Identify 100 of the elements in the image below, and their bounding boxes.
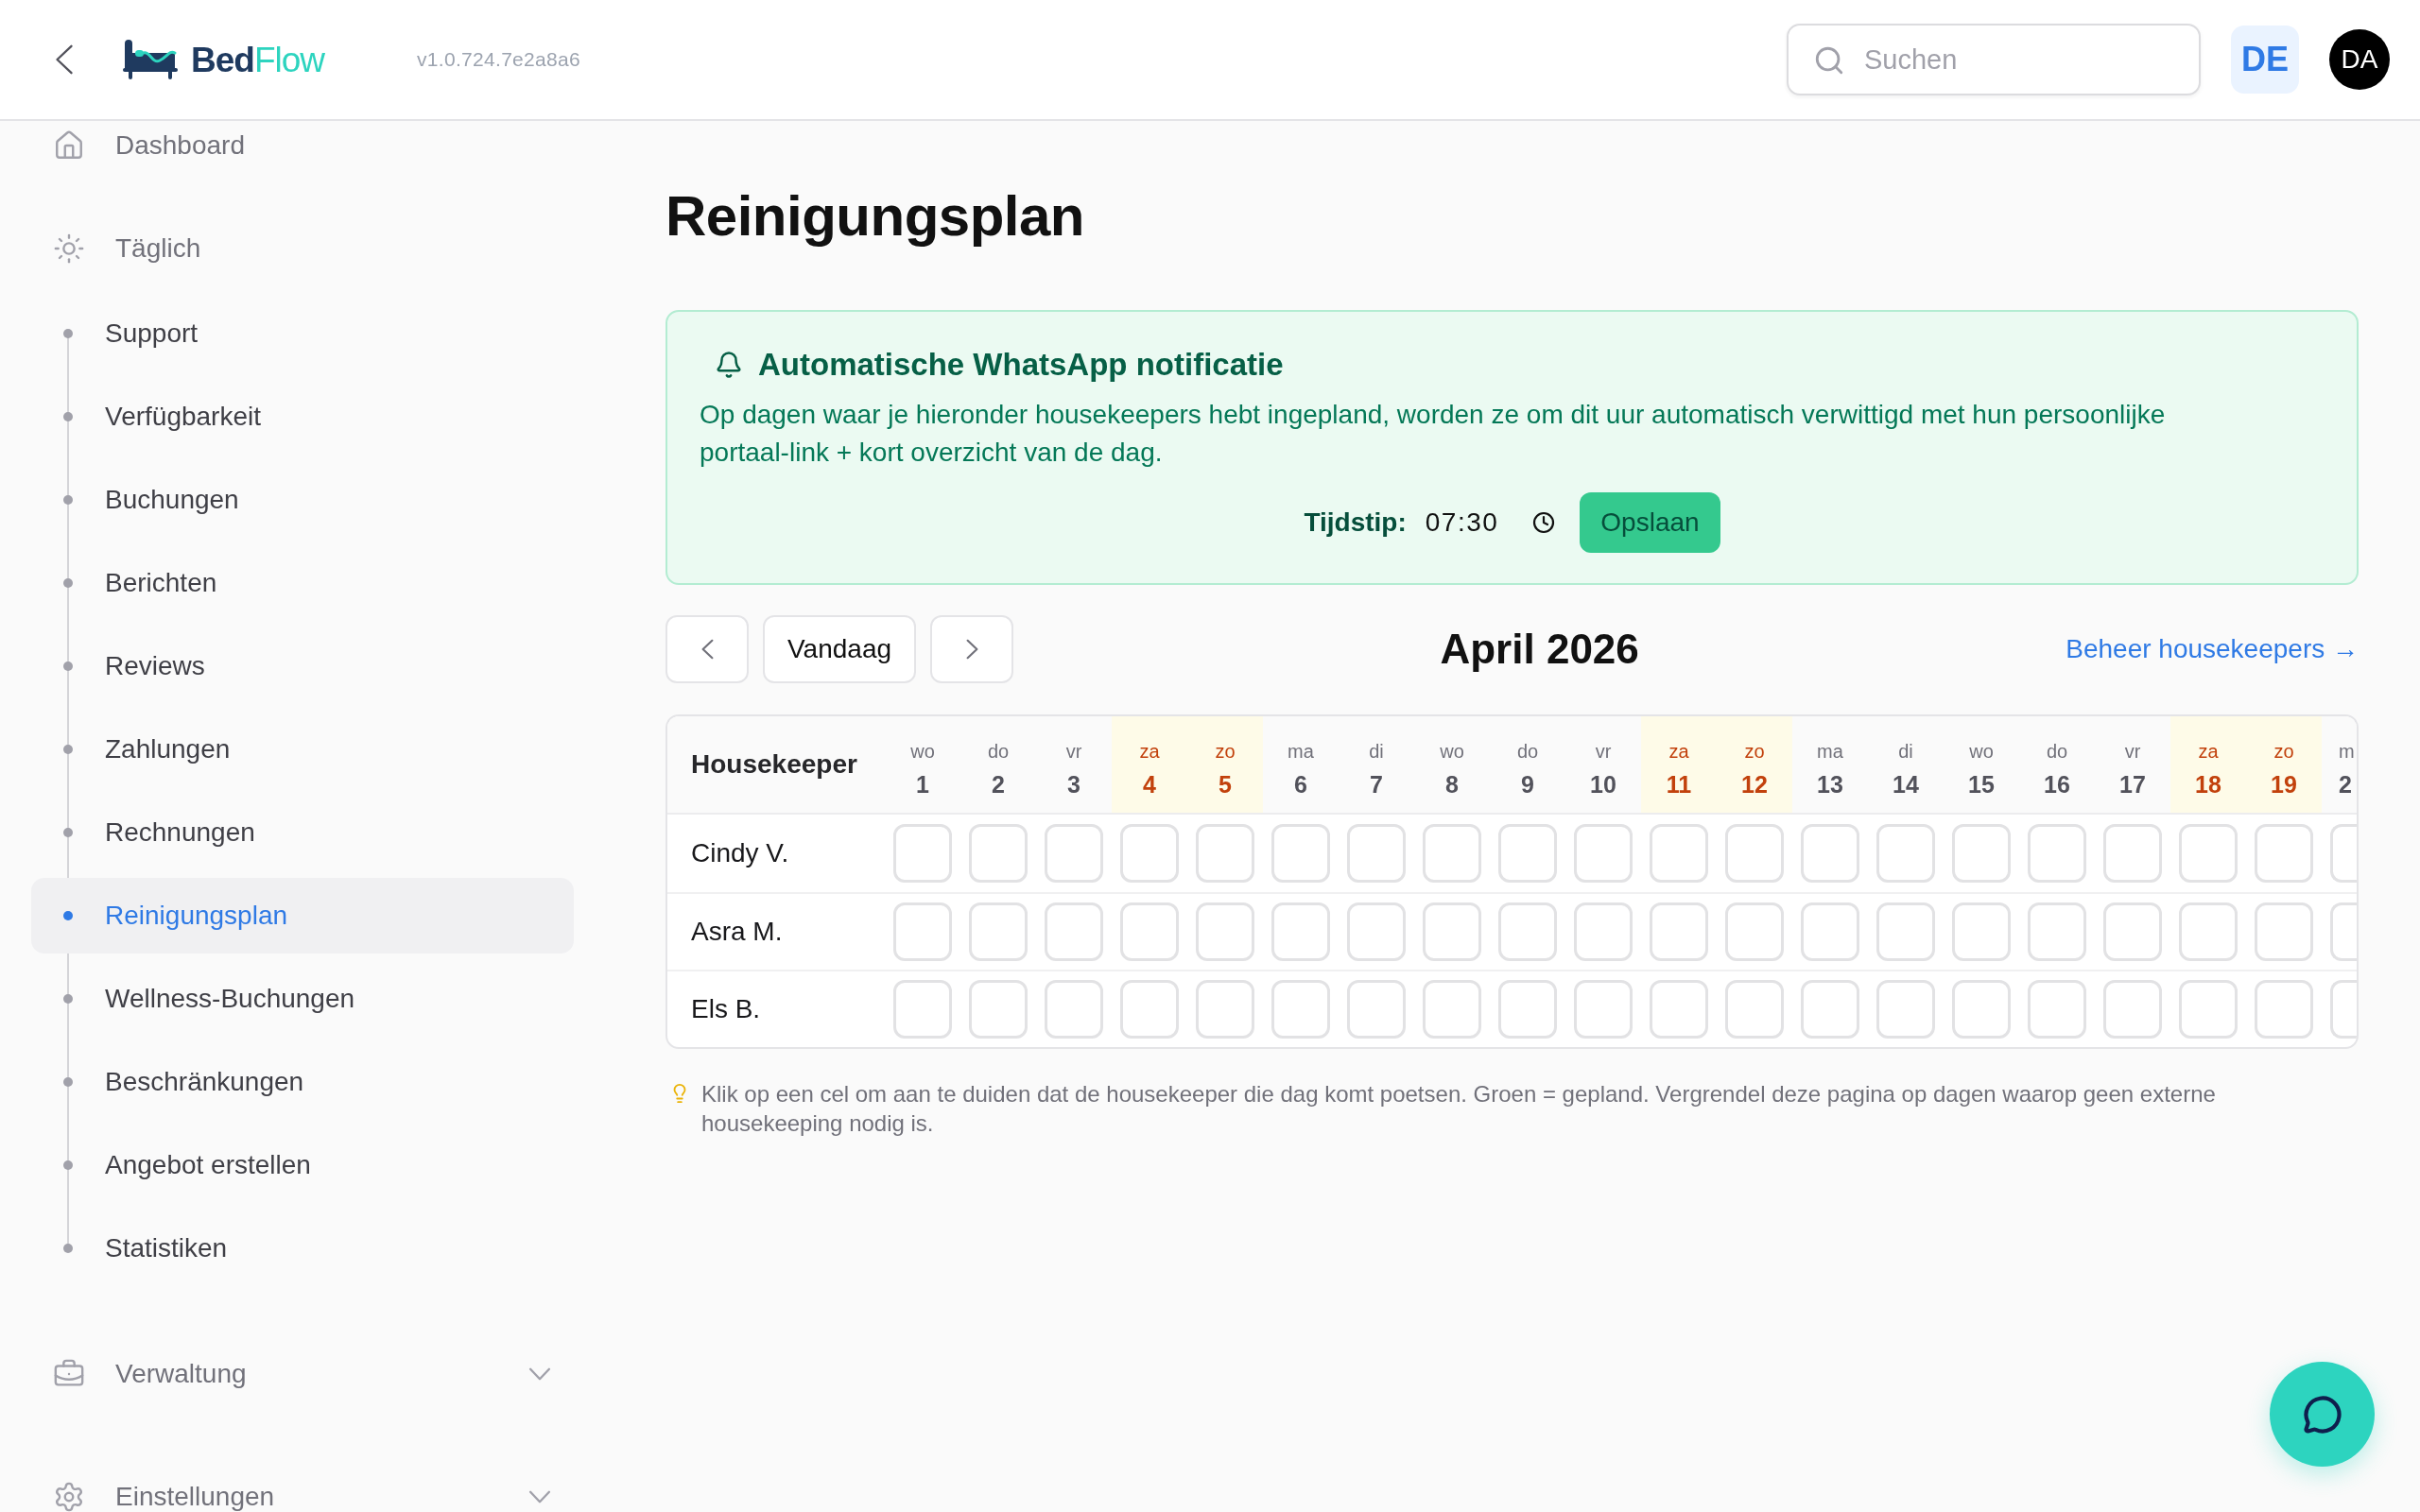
sidebar-item[interactable]: Zahlungen: [105, 734, 231, 765]
day-checkbox[interactable]: [1045, 824, 1103, 883]
day-checkbox[interactable]: [2103, 824, 2162, 883]
day-checkbox[interactable]: [2028, 824, 2086, 883]
sidebar-item[interactable]: Buchungen: [105, 485, 239, 515]
language-button[interactable]: DE: [2231, 26, 2299, 94]
weekday-label: zo: [1744, 740, 1765, 763]
day-checkbox[interactable]: [2255, 824, 2313, 883]
sidebar-item[interactable]: Verwaltung: [115, 1359, 247, 1389]
sidebar-item[interactable]: Täglich: [115, 233, 201, 264]
day-checkbox[interactable]: [1120, 902, 1179, 961]
day-checkbox[interactable]: [1801, 902, 1859, 961]
day-checkbox[interactable]: [1120, 980, 1179, 1039]
day-checkbox[interactable]: [2330, 902, 2357, 961]
today-button[interactable]: Vandaag: [763, 615, 917, 683]
sidebar-item[interactable]: Rechnungen: [105, 817, 255, 848]
day-checkbox[interactable]: [1271, 980, 1330, 1039]
chat-bubble-icon: [2302, 1394, 2342, 1435]
day-checkbox[interactable]: [1876, 980, 1935, 1039]
day-checkbox[interactable]: [2103, 902, 2162, 961]
day-checkbox[interactable]: [1196, 902, 1254, 961]
chevron-down-icon[interactable]: [528, 1490, 551, 1503]
day-checkbox[interactable]: [893, 824, 952, 883]
day-checkbox[interactable]: [969, 980, 1028, 1039]
day-checkbox[interactable]: [1725, 980, 1784, 1039]
date-label: 12: [1741, 770, 1768, 799]
day-checkbox[interactable]: [2179, 824, 2238, 883]
day-checkbox[interactable]: [1725, 902, 1784, 961]
day-checkbox[interactable]: [1725, 824, 1784, 883]
time-field[interactable]: 07:30: [1425, 494, 1556, 551]
day-checkbox[interactable]: [1120, 824, 1179, 883]
chat-button[interactable]: [2270, 1362, 2375, 1467]
day-checkbox[interactable]: [1423, 902, 1481, 961]
sidebar-item[interactable]: Reviews: [105, 651, 205, 681]
day-checkbox[interactable]: [1498, 980, 1557, 1039]
day-checkbox[interactable]: [893, 902, 952, 961]
day-checkbox[interactable]: [2255, 980, 2313, 1039]
day-checkbox[interactable]: [1801, 980, 1859, 1039]
user-avatar[interactable]: DA: [2329, 29, 2390, 90]
day-checkbox[interactable]: [1423, 980, 1481, 1039]
sidebar-item[interactable]: Reinigungsplan: [31, 878, 574, 954]
day-checkbox[interactable]: [1650, 980, 1708, 1039]
sidebar-item[interactable]: Einstellungen: [115, 1482, 275, 1512]
weekday-label: ma: [1288, 740, 1314, 763]
notification-title: Automatische WhatsApp notificatie: [758, 346, 1284, 384]
sidebar-item[interactable]: Dashboard: [115, 130, 245, 161]
manage-housekeepers-link[interactable]: Beheer housekeepers →: [2066, 634, 2359, 664]
day-checkbox[interactable]: [2255, 902, 2313, 961]
day-checkbox[interactable]: [2179, 980, 2238, 1039]
day-checkbox[interactable]: [1650, 824, 1708, 883]
save-button[interactable]: Opslaan: [1580, 492, 1720, 553]
sidebar-item[interactable]: Statistiken: [105, 1233, 228, 1263]
day-checkbox[interactable]: [1876, 824, 1935, 883]
day-checkbox[interactable]: [1498, 824, 1557, 883]
weekday-label: di: [1898, 740, 1913, 763]
clock-icon: [1532, 511, 1556, 534]
previous-button[interactable]: [666, 615, 749, 683]
day-checkbox[interactable]: [1952, 980, 2011, 1039]
sidebar-item[interactable]: Wellness-Buchungen: [105, 984, 355, 1014]
day-checkbox[interactable]: [1952, 902, 2011, 961]
search-field[interactable]: Suchen: [1787, 24, 2201, 95]
day-checkbox[interactable]: [1271, 902, 1330, 961]
chevron-left-icon: [700, 639, 714, 660]
day-checkbox[interactable]: [2028, 902, 2086, 961]
day-checkbox[interactable]: [969, 902, 1028, 961]
sidebar-item[interactable]: Angebot erstellen: [105, 1150, 311, 1180]
day-checkbox[interactable]: [1574, 824, 1633, 883]
day-checkbox[interactable]: [1347, 980, 1406, 1039]
sidebar-item-label[interactable]: Reinigungsplan: [105, 901, 288, 931]
day-checkbox[interactable]: [1271, 824, 1330, 883]
sidebar-item[interactable]: Verfügbarkeit: [105, 402, 261, 432]
weekday-label: do: [1516, 740, 1539, 763]
day-checkbox[interactable]: [1876, 902, 1935, 961]
day-checkbox[interactable]: [1347, 902, 1406, 961]
day-checkbox[interactable]: [1196, 980, 1254, 1039]
weekday-label: za: [2198, 740, 2219, 763]
sidebar-item[interactable]: Support: [105, 318, 199, 349]
day-checkbox[interactable]: [1801, 824, 1859, 883]
day-checkbox[interactable]: [2330, 980, 2357, 1039]
chevron-down-icon[interactable]: [528, 1367, 551, 1381]
day-checkbox[interactable]: [1045, 902, 1103, 961]
day-checkbox[interactable]: [1196, 824, 1254, 883]
day-checkbox[interactable]: [1423, 824, 1481, 883]
day-checkbox[interactable]: [2028, 980, 2086, 1039]
day-checkbox[interactable]: [969, 824, 1028, 883]
day-checkbox[interactable]: [2179, 902, 2238, 961]
day-checkbox[interactable]: [2103, 980, 2162, 1039]
sidebar-item[interactable]: Beschränkungen: [105, 1067, 304, 1097]
day-checkbox[interactable]: [1045, 980, 1103, 1039]
sidebar-item[interactable]: Berichten: [105, 568, 217, 598]
day-checkbox[interactable]: [1498, 902, 1557, 961]
bullet-dot-icon: [63, 495, 73, 505]
day-checkbox[interactable]: [2330, 824, 2357, 883]
day-checkbox[interactable]: [893, 980, 952, 1039]
next-button[interactable]: [930, 615, 1014, 683]
day-checkbox[interactable]: [1574, 902, 1633, 961]
day-checkbox[interactable]: [1347, 824, 1406, 883]
day-checkbox[interactable]: [1952, 824, 2011, 883]
day-checkbox[interactable]: [1574, 980, 1633, 1039]
day-checkbox[interactable]: [1650, 902, 1708, 961]
